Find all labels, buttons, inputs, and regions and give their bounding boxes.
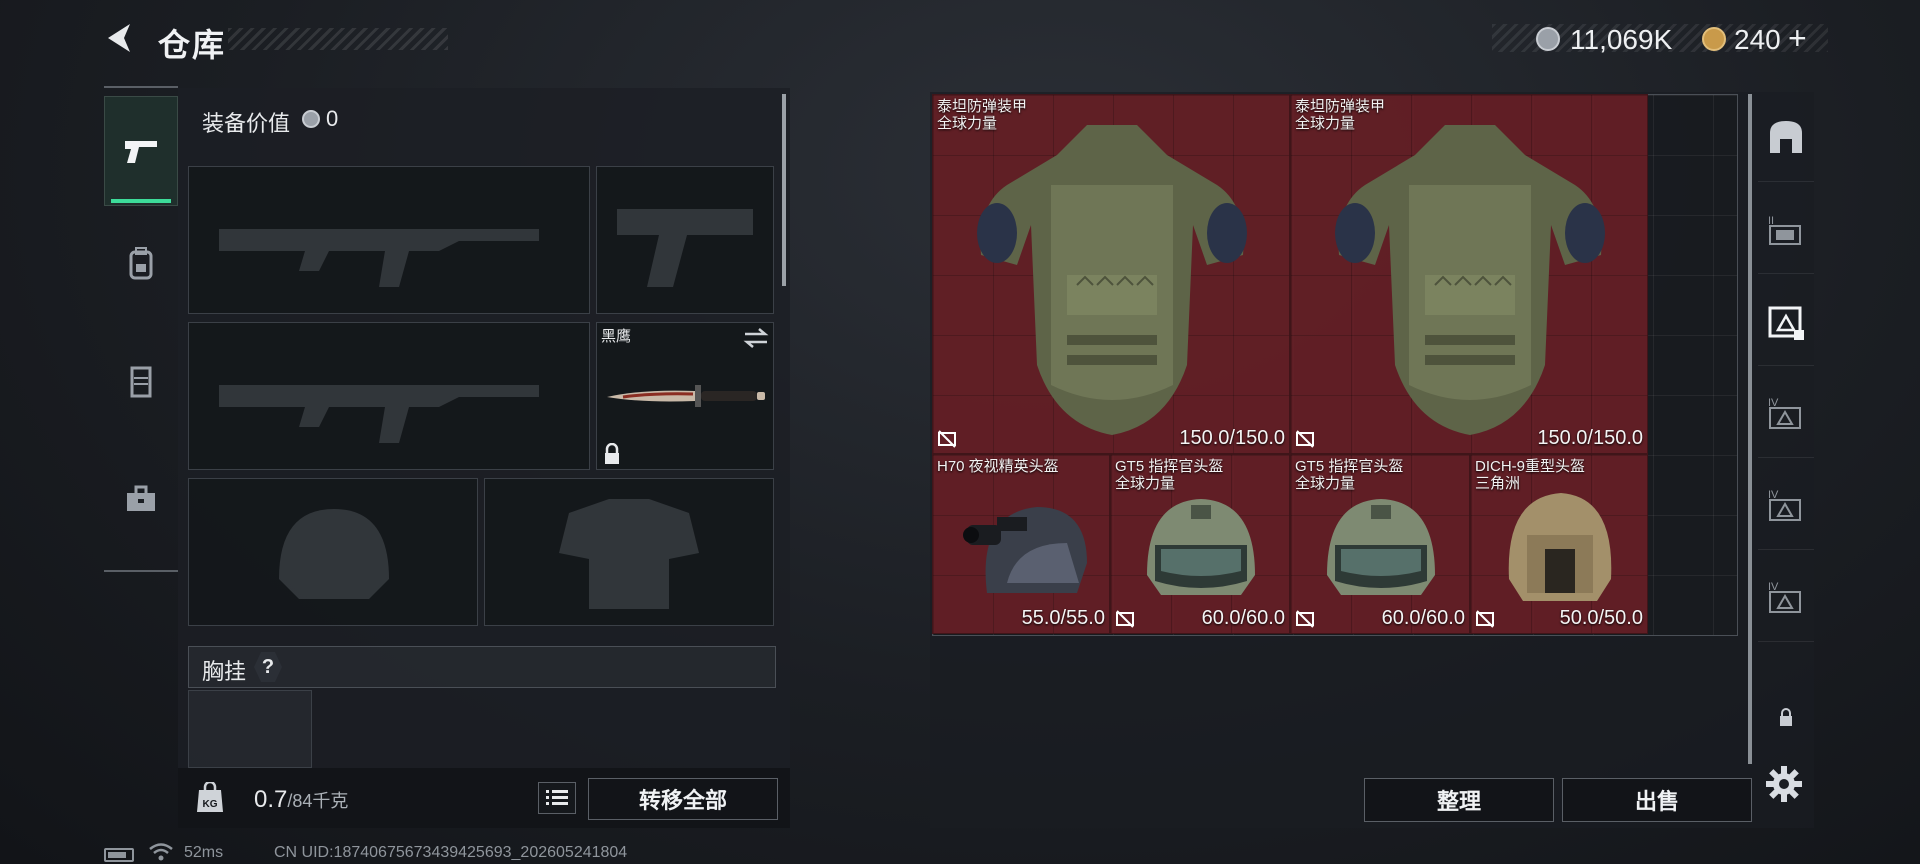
add-currency-button[interactable]: +	[1788, 20, 1807, 57]
wifi-icon	[149, 843, 173, 861]
item-name: H70 夜视精英头盔	[937, 458, 1059, 475]
swap-icon[interactable]	[743, 327, 769, 349]
helmet-icon	[1327, 499, 1435, 595]
chest-rig-slot[interactable]	[188, 690, 312, 768]
primary-weapon-slot-2[interactable]	[188, 322, 590, 470]
toolbox-icon	[127, 485, 155, 511]
sort-button[interactable]: 整理	[1364, 778, 1554, 822]
pistol-icon	[125, 141, 157, 163]
category-rail	[104, 86, 178, 572]
container-tab-4c[interactable]: IV	[1758, 552, 1814, 642]
uninsured-icon	[1296, 610, 1314, 628]
melee-slot[interactable]: 黑鹰	[596, 322, 774, 470]
armor-slot[interactable]	[484, 478, 774, 626]
item-durability: 50.0/50.0	[1559, 607, 1643, 629]
storage-item[interactable]: 泰坦防弹装甲 全球力量 150.0/150.0	[932, 94, 1290, 454]
loadout-scrollbar[interactable]	[782, 94, 786, 286]
svg-text:KG: KG	[203, 799, 218, 810]
item-durability: 150.0/150.0	[1179, 427, 1285, 449]
container-tab-4b[interactable]: IV	[1758, 460, 1814, 550]
back-button[interactable]	[102, 20, 138, 56]
storage-item[interactable]: GT5 指挥官头盔 全球力量 60.0/60.0	[1110, 454, 1290, 634]
vest-icon	[130, 366, 152, 398]
storage-item[interactable]: GT5 指挥官头盔 全球力量 60.0/60.0	[1290, 454, 1470, 634]
container-tier-4-icon: IV	[1768, 397, 1801, 429]
item-durability: 150.0/150.0	[1537, 427, 1643, 449]
list-view-button[interactable]	[538, 782, 576, 814]
user-uid: CN UID:18740675673439425693_202605241804	[274, 844, 628, 861]
coin-silver-icon	[302, 110, 320, 128]
pistol-placeholder-icon	[617, 209, 753, 287]
battery-icon	[104, 848, 134, 862]
container-tier-4-icon: IV	[1768, 489, 1801, 521]
category-vest-tab[interactable]	[104, 326, 178, 436]
item-durability: 60.0/60.0	[1381, 607, 1465, 629]
coin-gold-icon	[1702, 27, 1726, 51]
container-tab-selected[interactable]	[1758, 276, 1814, 366]
safe-box-icon	[1770, 120, 1802, 153]
container-selected-icon	[1768, 306, 1804, 340]
container-tab-4a[interactable]: IV	[1758, 368, 1814, 458]
container-tab-locked[interactable]	[1758, 672, 1814, 762]
carry-weight: 0.7/84千克	[254, 786, 348, 814]
equip-value-label: 装备价值	[202, 111, 291, 136]
category-toolbox-tab[interactable]	[104, 444, 178, 554]
sell-button[interactable]: 出售	[1562, 778, 1752, 822]
lock-icon	[605, 443, 619, 464]
item-durability: 60.0/60.0	[1201, 607, 1285, 629]
ping-value: 52ms	[184, 844, 224, 861]
melee-item-name: 黑鹰	[601, 328, 632, 345]
uninsured-icon	[1116, 610, 1134, 628]
primary-weapon-slot-1[interactable]	[188, 166, 590, 314]
container-rail: II IV IV IV	[1758, 92, 1814, 764]
rifle-placeholder-icon	[219, 385, 539, 443]
category-weapons-tab[interactable]	[104, 96, 178, 206]
storage-item[interactable]: H70 夜视精英头盔 55.0/55.0	[932, 454, 1110, 634]
rifle-placeholder-icon	[219, 229, 539, 287]
equip-value: 0	[326, 106, 339, 131]
chest-rig-label: 胸挂	[202, 659, 247, 684]
category-backpack-tab[interactable]	[104, 208, 178, 318]
item-durability: 55.0/55.0	[1021, 607, 1105, 629]
helmet-icon	[1147, 499, 1255, 595]
title-decoration	[228, 28, 448, 50]
lock-icon	[1780, 708, 1792, 726]
body-armor-icon	[1335, 125, 1605, 435]
body-armor-icon	[977, 125, 1247, 435]
coin-silver-icon	[1536, 27, 1560, 51]
container-tier-2-icon: II	[1768, 215, 1801, 245]
storage-item[interactable]: DICH-9重型头盔 三角洲 50.0/50.0	[1470, 454, 1648, 634]
page-title: 仓库	[158, 27, 227, 63]
uninsured-icon	[938, 430, 956, 448]
container-tab-2[interactable]: II	[1758, 184, 1814, 274]
container-tab-safe[interactable]	[1758, 92, 1814, 182]
currency-silver-value: 11,069K	[1570, 24, 1673, 55]
backpack-icon	[129, 247, 153, 280]
storage-item[interactable]: 泰坦防弹装甲 全球力量 150.0/150.0	[1290, 94, 1648, 454]
carry-weight-value: 0.7	[254, 786, 288, 813]
heavy-helmet-icon	[1508, 493, 1612, 601]
container-tier-4-icon: IV	[1768, 581, 1801, 613]
uninsured-icon	[1476, 610, 1494, 628]
list-icon	[546, 790, 568, 805]
weight-kg-icon: KG	[197, 782, 223, 812]
helmet-placeholder-icon	[279, 509, 389, 599]
uninsured-icon	[1296, 430, 1314, 448]
storage-scrollbar[interactable]	[1748, 94, 1752, 764]
transfer-all-button[interactable]: 转移全部	[588, 778, 778, 820]
knife-icon	[607, 385, 765, 407]
currency-gold-value: 240	[1734, 24, 1781, 55]
settings-gear-icon[interactable]	[1764, 764, 1804, 804]
night-vision-helmet-icon	[963, 507, 1087, 593]
sidearm-slot[interactable]	[596, 166, 774, 314]
helmet-slot[interactable]	[188, 478, 478, 626]
armor-placeholder-icon	[559, 499, 699, 609]
carry-weight-max: /84千克	[287, 791, 349, 811]
